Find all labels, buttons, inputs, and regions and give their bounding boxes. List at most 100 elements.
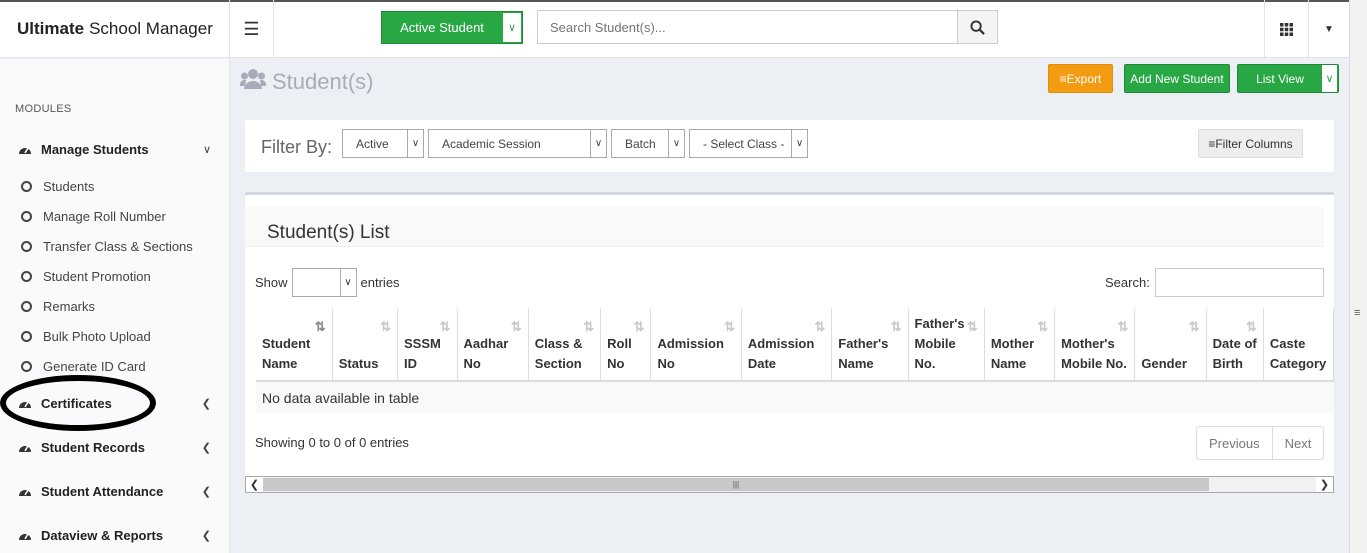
user-menu-caret-icon[interactable]: ▼ bbox=[1309, 0, 1349, 58]
sort-icon: ⇅ bbox=[1117, 319, 1129, 334]
entries-label: entries bbox=[360, 275, 400, 290]
column-label: Class & Section bbox=[534, 336, 583, 371]
column-header[interactable]: Mother's Mobile No. ⇅ bbox=[1054, 309, 1136, 382]
sort-icon: ⇅ bbox=[1037, 319, 1049, 334]
column-header[interactable]: SSSM ID ⇅ bbox=[397, 309, 458, 382]
sidebar-header: MODULES bbox=[15, 103, 72, 115]
apps-grid-icon[interactable] bbox=[1264, 0, 1309, 58]
sidebar-subitem-transfer-class[interactable]: Transfer Class & Sections bbox=[0, 235, 229, 257]
column-header[interactable]: Aadhar No ⇅ bbox=[457, 309, 529, 382]
status-select[interactable]: Active ∨ bbox=[342, 129, 424, 158]
column-label: Status bbox=[338, 356, 379, 371]
list-icon: ≡ bbox=[1059, 71, 1067, 86]
sidebar-item-manage-students[interactable]: Manage Students ∨ bbox=[0, 137, 229, 161]
horizontal-scrollbar[interactable]: ❮ ||| ❯ bbox=[245, 476, 1334, 493]
column-header[interactable]: Admission Date ⇅ bbox=[741, 309, 833, 382]
table-search-input[interactable] bbox=[1155, 268, 1324, 297]
sidebar-subitem-students[interactable]: Students bbox=[0, 175, 229, 197]
sidebar-subitem-roll-number[interactable]: Manage Roll Number bbox=[0, 205, 229, 227]
list-header: Student(s) List bbox=[245, 207, 1324, 247]
batch-select[interactable]: Batch ∨ bbox=[611, 129, 685, 158]
sidebar-subitem-student-promotion[interactable]: Student Promotion bbox=[0, 265, 229, 287]
list-view-dropdown[interactable]: List View ∨ bbox=[1237, 64, 1339, 93]
sidebar-subitem-label: Transfer Class & Sections bbox=[43, 238, 193, 254]
sidebar-item-student-records[interactable]: Student Records ❮ bbox=[0, 435, 229, 459]
class-select[interactable]: - Select Class - ∨ bbox=[689, 129, 808, 158]
column-label: SSSM ID bbox=[404, 336, 441, 371]
column-label: Date of Birth bbox=[1212, 336, 1257, 371]
circle-icon bbox=[21, 240, 32, 252]
column-header[interactable]: Admission No ⇅ bbox=[650, 309, 742, 382]
table-info: Showing 0 to 0 of 0 entries bbox=[255, 435, 409, 450]
chevron-down-icon: ∨ bbox=[791, 130, 807, 157]
chevron-down-icon: ∨ bbox=[590, 130, 606, 157]
sort-icon: ⇅ bbox=[1246, 319, 1257, 334]
list-icon: ≡ bbox=[1208, 136, 1216, 151]
column-header[interactable]: Class & Section ⇅ bbox=[528, 309, 602, 382]
add-new-student-button[interactable]: Add New Student bbox=[1124, 64, 1230, 93]
column-header[interactable]: Student Name ⇅ bbox=[256, 309, 333, 382]
top-navbar: Ultimate School Manager ☰ Active Student… bbox=[0, 0, 1349, 58]
export-button[interactable]: ≡ Export bbox=[1048, 64, 1113, 93]
search-icon[interactable] bbox=[957, 11, 997, 43]
previous-page-button[interactable]: Previous bbox=[1197, 427, 1272, 459]
active-student-dropdown[interactable]: Active Student ∨ bbox=[381, 11, 523, 44]
table-row: No data available in table bbox=[256, 381, 1334, 413]
status-select-value: Active bbox=[356, 136, 389, 151]
sidebar-item-label: Manage Students bbox=[41, 141, 149, 157]
chevron-down-icon: ∨ bbox=[202, 143, 211, 156]
column-header[interactable]: Mother Name ⇅ bbox=[984, 309, 1056, 382]
sidebar-subitem-remarks[interactable]: Remarks bbox=[0, 295, 229, 317]
chevron-down-icon[interactable]: ∨ bbox=[503, 13, 521, 42]
filter-columns-button[interactable]: ≡ Filter Columns bbox=[1198, 129, 1303, 158]
academic-session-select[interactable]: Academic Session ∨ bbox=[428, 129, 607, 158]
export-label: Export bbox=[1066, 71, 1102, 86]
sidebar-subitem-bulk-photo[interactable]: Bulk Photo Upload bbox=[0, 325, 229, 347]
chevron-down-icon: ∨ bbox=[668, 130, 684, 157]
column-header[interactable]: Date of Birth ⇅ bbox=[1206, 309, 1264, 382]
page-title-text: Student(s) bbox=[272, 69, 374, 94]
sidebar-subitem-label: Manage Roll Number bbox=[43, 208, 166, 224]
dashboard-icon bbox=[18, 529, 33, 542]
student-search-input[interactable] bbox=[538, 11, 957, 43]
sidebar-item-student-attendance[interactable]: Student Attendance ❮ bbox=[0, 479, 229, 503]
page-length-select[interactable]: ∨ bbox=[291, 268, 357, 297]
column-label: Admission No bbox=[657, 336, 724, 371]
app-brand[interactable]: Ultimate School Manager bbox=[0, 0, 230, 58]
scrollbar-thumb[interactable]: ||| bbox=[263, 478, 1209, 491]
empty-table-message: No data available in table bbox=[256, 381, 1334, 413]
column-label: Gender bbox=[1141, 356, 1187, 371]
sort-icon: ⇅ bbox=[633, 319, 645, 334]
vertical-scrollbar[interactable]: ≡ bbox=[1349, 0, 1367, 553]
column-header[interactable]: Status ⇅ bbox=[332, 309, 399, 382]
hamburger-menu-icon[interactable]: ☰ bbox=[230, 0, 274, 58]
sidebar-item-dataview-reports[interactable]: Dataview & Reports ❮ bbox=[0, 523, 229, 547]
circle-icon bbox=[21, 300, 32, 312]
student-search bbox=[537, 10, 998, 44]
sidebar-subitem-id-card[interactable]: Generate ID Card bbox=[0, 355, 229, 377]
column-header[interactable]: Father's Name ⇅ bbox=[831, 309, 909, 382]
column-label: Father's Name bbox=[838, 336, 889, 371]
column-header[interactable]: Gender ⇅ bbox=[1134, 309, 1207, 382]
scroll-right-icon[interactable]: ❯ bbox=[1316, 477, 1333, 492]
sidebar: MODULES Manage Students ∨ Students Manag… bbox=[0, 59, 230, 553]
scroll-left-icon[interactable]: ❮ bbox=[246, 477, 263, 492]
column-header[interactable]: Caste Category bbox=[1263, 309, 1334, 382]
sidebar-subitem-label: Students bbox=[43, 178, 95, 194]
chevron-down-icon[interactable]: ∨ bbox=[1322, 65, 1337, 92]
sort-icon: ⇅ bbox=[510, 319, 522, 334]
next-page-button[interactable]: Next bbox=[1271, 427, 1324, 459]
sidebar-subitem-label: Bulk Photo Upload bbox=[43, 328, 151, 344]
column-header[interactable]: Father's Mobile No. ⇅ bbox=[908, 309, 985, 382]
sidebar-item-label: Student Records bbox=[41, 439, 146, 455]
annotation-circle bbox=[0, 375, 156, 431]
sort-icon: ⇅ bbox=[890, 319, 902, 334]
sort-icon: ⇅ bbox=[966, 319, 978, 334]
circle-icon bbox=[21, 330, 32, 342]
show-label: Show bbox=[255, 275, 288, 290]
column-header[interactable]: Roll No ⇅ bbox=[600, 309, 652, 382]
column-label: Roll No bbox=[607, 336, 632, 371]
sort-icon: ⇅ bbox=[723, 319, 735, 334]
page-title: Student(s) bbox=[239, 68, 374, 96]
circle-icon bbox=[21, 180, 32, 192]
